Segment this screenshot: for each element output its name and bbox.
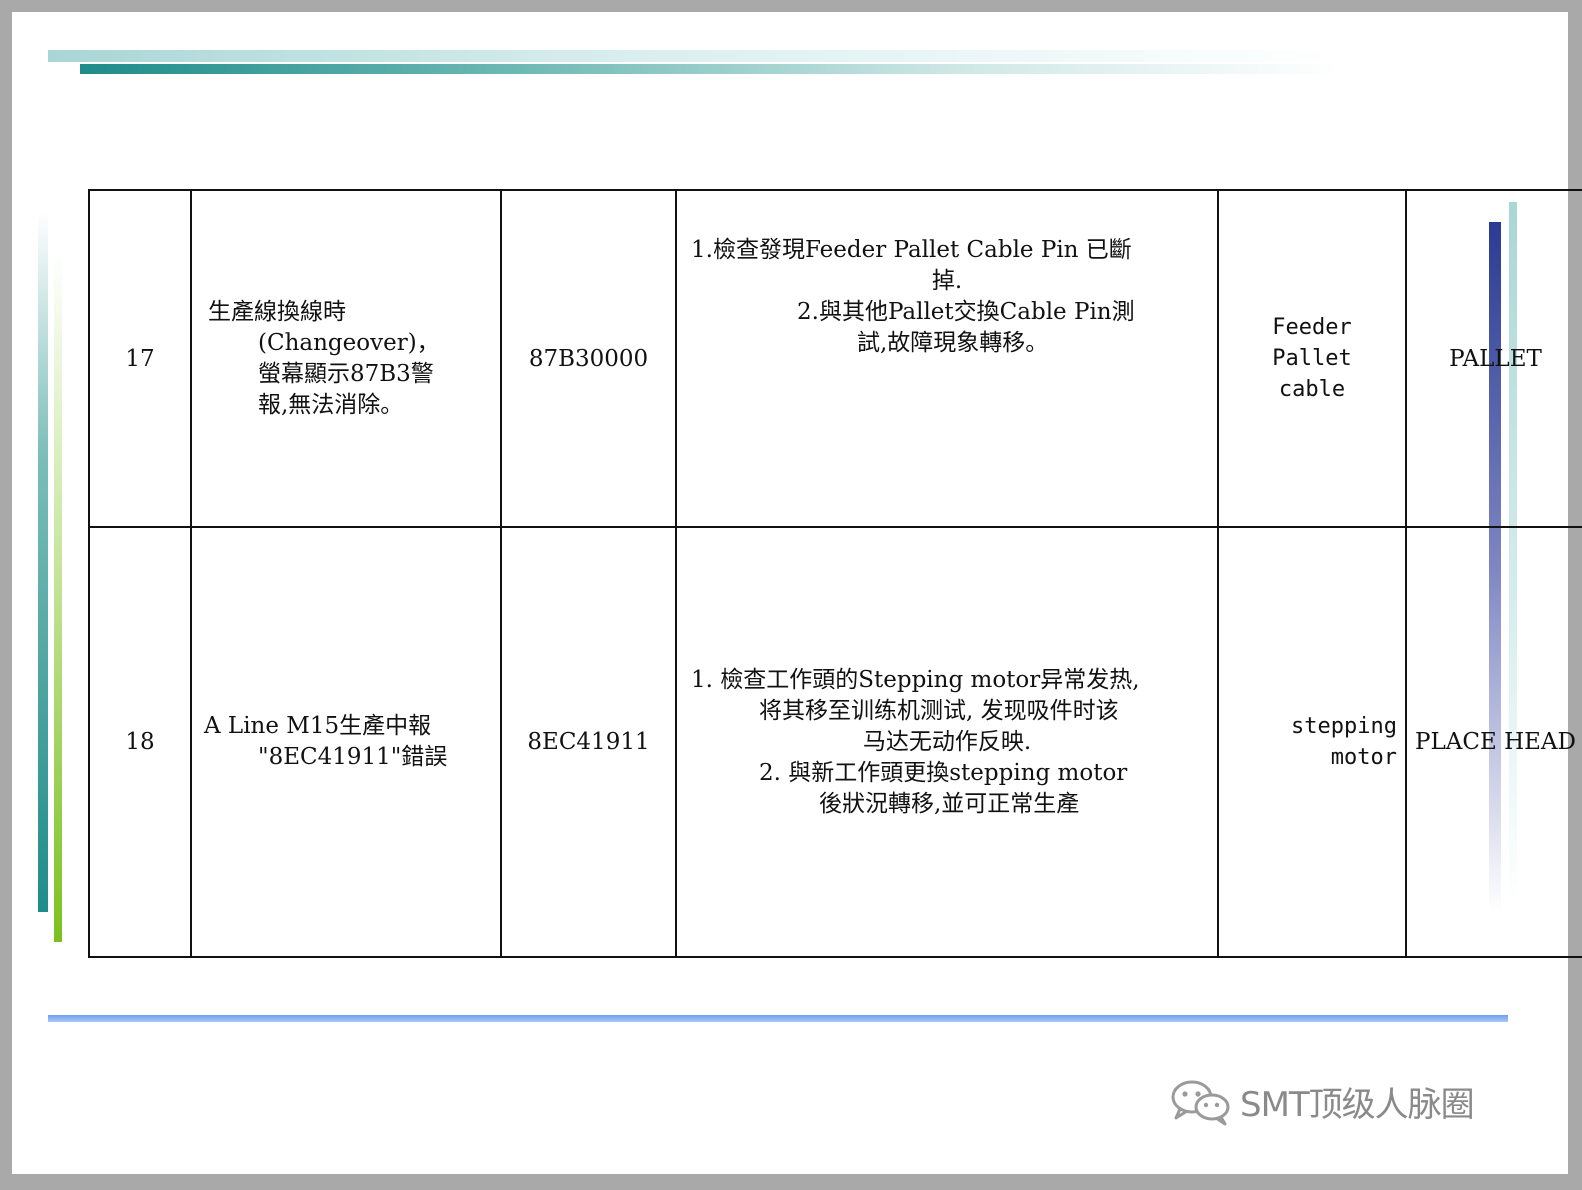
part-name: stepping motor	[1217, 526, 1407, 958]
part-name: Feeder Pallet cable	[1217, 189, 1407, 528]
part-line: Feeder	[1272, 315, 1352, 340]
action-line: 1.檢查發現Feeder Pallet Cable Pin 已斷	[691, 237, 1132, 263]
table-row: 18 A Line M15生產中報 "8EC41911"錯誤 8EC41911 …	[88, 526, 1582, 958]
action-line: 2.與其他Pallet交換Cable Pin測	[797, 299, 1135, 325]
part-line: stepping	[1291, 714, 1397, 739]
table-row: 17 生產線換線時 (Changeover)， 螢幕顯示87B3警 報,無法消除…	[88, 189, 1582, 528]
part-line: cable	[1278, 377, 1346, 402]
issue-description: A Line M15生產中報 "8EC41911"錯誤	[190, 526, 502, 958]
part-line: motor	[1330, 745, 1397, 770]
decorative-bar-top-dark	[80, 64, 1340, 74]
description-line: (Changeover)，	[258, 329, 440, 356]
action-line: 後狀況轉移,並可正常生產	[819, 790, 1080, 817]
decorative-bar-bottom-blue	[48, 1015, 1508, 1022]
action-line: 2. 與新工作頭更換stepping motor	[759, 759, 1128, 786]
category: PLACE HEAD	[1405, 526, 1582, 958]
slide: 17 生產線換線時 (Changeover)， 螢幕顯示87B3警 報,無法消除…	[12, 12, 1582, 1174]
description-line: 生產線換線時	[208, 298, 346, 325]
error-code: 87B30000	[500, 189, 677, 528]
action-line: 将其移至训练机测试, 发现吸件时该	[759, 697, 1119, 724]
description-line: A Line M15生產中報	[204, 713, 432, 739]
row-number: 17	[88, 189, 192, 528]
description-line: "8EC41911"錯誤	[258, 744, 448, 770]
action-line: 試,故障現象轉移。	[857, 330, 1049, 356]
error-code: 8EC41911	[500, 526, 677, 958]
category: PALLET	[1405, 189, 1582, 528]
action-line: 1. 檢查工作頭的Stepping motor异常发热,	[691, 666, 1140, 693]
decorative-bar-left-green	[54, 252, 62, 942]
description-line: 報,無法消除。	[258, 391, 404, 418]
row-number: 18	[88, 526, 192, 958]
description-line: 螢幕顯示87B3警	[258, 360, 434, 387]
action-line: 马达无动作反映.	[862, 728, 1032, 755]
action-line: 掉.	[931, 268, 963, 294]
decorative-bar-left-teal	[38, 212, 48, 912]
watermark: SMT顶级人脉圈	[1168, 1076, 1475, 1126]
watermark-text: SMT顶级人脉圈	[1240, 1084, 1475, 1125]
corrective-action: 1. 檢查工作頭的Stepping motor异常发热, 将其移至训练机测试, …	[675, 526, 1219, 958]
issue-table: 17 生產線換線時 (Changeover)， 螢幕顯示87B3警 報,無法消除…	[88, 189, 1582, 958]
part-line: Pallet	[1272, 346, 1352, 371]
decorative-bar-top-light	[48, 50, 1338, 62]
corrective-action: 1.檢查發現Feeder Pallet Cable Pin 已斷 掉. 2.與其…	[675, 189, 1219, 528]
issue-description: 生產線換線時 (Changeover)， 螢幕顯示87B3警 報,無法消除。	[190, 189, 502, 528]
wechat-icon	[1171, 1080, 1230, 1126]
